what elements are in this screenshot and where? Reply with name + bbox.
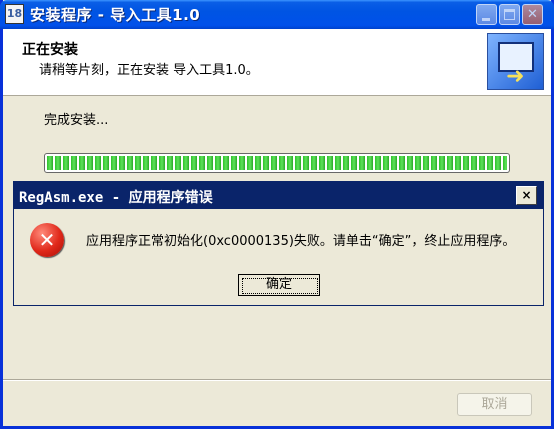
dialog-close-button[interactable]: × xyxy=(516,186,537,205)
header-panel: 正在安装 请稍等片刻，正在安装 导入工具1.0。 ➜ xyxy=(3,29,551,96)
window-close-button[interactable]: ✕ xyxy=(522,4,543,25)
dialog-titlebar[interactable]: RegAsm.exe - 应用程序错误 × xyxy=(14,182,543,209)
close-icon: × xyxy=(521,188,532,202)
error-dialog: RegAsm.exe - 应用程序错误 × ✕ 应用程序正常初始化(0xc000… xyxy=(13,181,544,306)
close-icon: ✕ xyxy=(527,7,538,22)
minimize-button[interactable] xyxy=(476,4,497,25)
window-title: 安装程序 - 导入工具1.0 xyxy=(30,6,201,24)
header-subtitle: 请稍等片刻，正在安装 导入工具1.0。 xyxy=(39,63,259,78)
error-message: 应用程序正常初始化(0xc0000135)失败。请单击“确定”，终止应用程序。 xyxy=(86,234,516,249)
maximize-button[interactable] xyxy=(499,4,520,25)
error-icon: ✕ xyxy=(30,223,64,257)
ok-button[interactable]: 确定 xyxy=(238,274,320,296)
dialog-title: RegAsm.exe - 应用程序错误 xyxy=(19,190,213,206)
progress-bar xyxy=(44,153,510,173)
installer-graphic-icon: ➜ xyxy=(487,33,544,90)
maximize-icon xyxy=(504,9,515,20)
progress-fill xyxy=(47,156,507,170)
installer-titlebar[interactable]: 18 安装程序 - 导入工具1.0 ✕ xyxy=(0,0,554,29)
arrow-icon: ➜ xyxy=(506,64,525,89)
install-status: 完成安装... xyxy=(44,113,109,128)
minimize-icon xyxy=(482,18,490,21)
focus-rect xyxy=(242,278,318,294)
cancel-button[interactable]: 取消 xyxy=(457,393,532,416)
footer-separator xyxy=(3,379,551,381)
app-icon: 18 xyxy=(5,4,24,24)
header-title: 正在安装 xyxy=(22,42,78,58)
